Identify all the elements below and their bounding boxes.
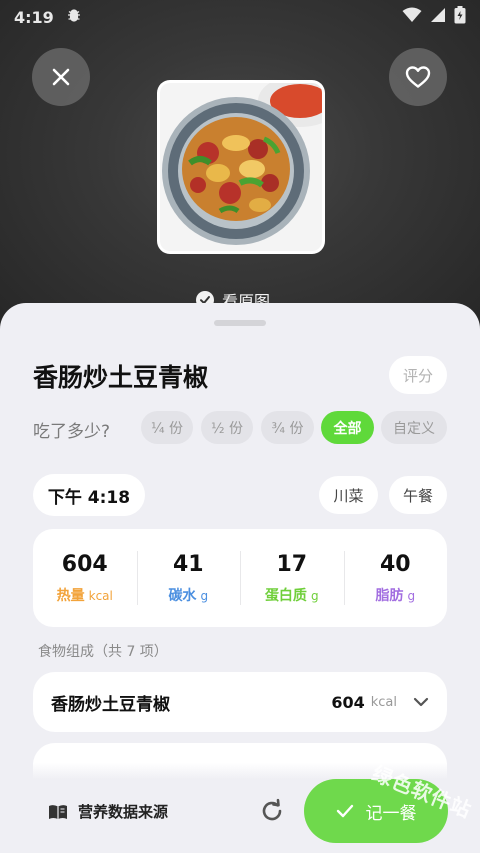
dish-image	[160, 83, 322, 251]
debug-icon	[66, 7, 82, 27]
carbs-value: 41	[172, 551, 204, 577]
dish-title: 香肠炒土豆青椒	[33, 363, 209, 392]
calories-value: 604	[61, 551, 108, 577]
fat-value: 40	[379, 551, 411, 577]
carbs-name: 碳水	[168, 587, 197, 604]
nutrition-summary-card: 604 热量 kcal 41 碳水 g 17 蛋白质 g 40 脂肪 g	[33, 529, 447, 627]
nutrition-source-label: 营养数据来源	[78, 803, 169, 821]
calories-name: 热量	[56, 587, 85, 604]
heart-icon	[405, 66, 431, 88]
calories-label: 热量 kcal	[33, 585, 137, 605]
food-item-calories: 604	[331, 692, 365, 712]
checkmark-icon	[336, 804, 353, 818]
food-photo[interactable]	[160, 83, 322, 251]
rate-button[interactable]: 评分	[389, 356, 447, 394]
portion-custom-chip[interactable]: 自定义	[381, 411, 447, 444]
battery-icon	[454, 6, 466, 28]
drag-handle[interactable]	[214, 320, 266, 326]
nutrition-carbs: 41 碳水 g	[136, 545, 241, 611]
food-item-unit: kcal	[370, 694, 397, 710]
nutrition-fat: 40 脂肪 g	[343, 545, 448, 611]
carbs-unit: g	[200, 588, 209, 603]
refresh-icon[interactable]	[258, 797, 286, 825]
nutrition-protein: 17 蛋白质 g	[240, 545, 344, 611]
food-item-row[interactable]: 香肠炒土豆青椒 604 kcal	[33, 672, 447, 732]
portion-label: 吃了多少?	[33, 422, 111, 442]
protein-name: 蛋白质	[264, 587, 307, 604]
fat-label: 脂肪 g	[344, 585, 448, 605]
portion-three-quarter-chip[interactable]: ¾ 份	[261, 411, 314, 444]
calories-unit: kcal	[88, 588, 113, 603]
nutrition-source-link[interactable]: 营养数据来源	[48, 801, 168, 822]
food-item-name: 香肠炒土豆青椒	[51, 694, 170, 715]
book-icon	[49, 804, 67, 819]
chevron-down-icon[interactable]	[413, 697, 429, 707]
meal-time-button[interactable]: 下午 4:18	[33, 474, 145, 516]
wifi-icon	[402, 7, 422, 27]
favorite-button[interactable]	[389, 48, 447, 106]
portion-all-chip[interactable]: 全部	[321, 411, 374, 444]
record-meal-label: 记一餐	[365, 803, 417, 824]
composition-label: 食物组成（共 7 项）	[38, 644, 168, 660]
close-icon	[52, 68, 70, 86]
portion-quarter-chip[interactable]: ¼ 份	[141, 411, 193, 444]
protein-value: 17	[276, 551, 308, 577]
meal-type-tag[interactable]: 午餐	[389, 476, 447, 514]
protein-label: 蛋白质 g	[240, 585, 344, 605]
close-button[interactable]	[32, 48, 90, 106]
status-time: 4:19	[14, 7, 54, 27]
cuisine-tag[interactable]: 川菜	[319, 476, 378, 514]
fat-name: 脂肪	[375, 587, 404, 604]
nutrition-calories: 604 热量 kcal	[33, 545, 137, 611]
fat-unit: g	[407, 588, 416, 603]
photo-background: 4:19 看原图	[0, 0, 480, 340]
status-bar: 4:19	[0, 0, 480, 34]
signal-icon	[430, 7, 446, 27]
carbs-label: 碳水 g	[137, 585, 241, 605]
portion-half-chip[interactable]: ½ 份	[201, 411, 253, 444]
protein-unit: g	[310, 588, 319, 603]
